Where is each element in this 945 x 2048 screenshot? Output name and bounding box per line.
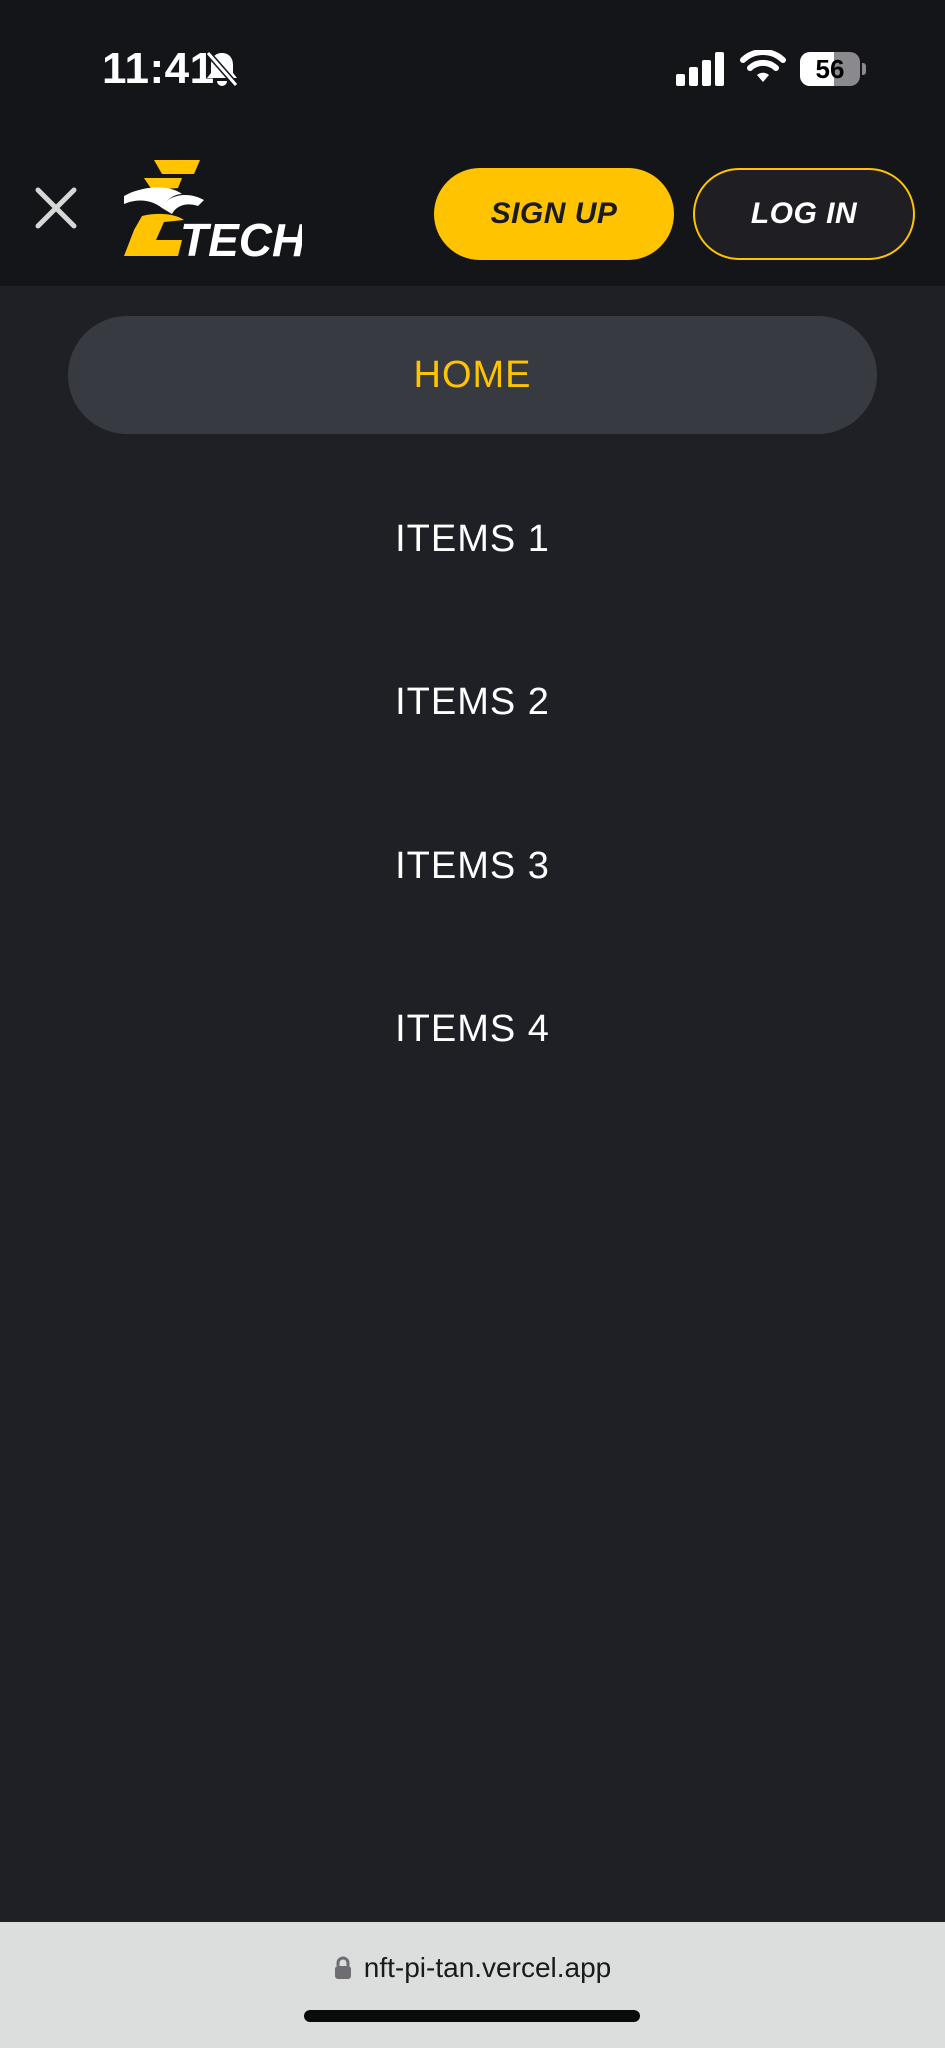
home-indicator[interactable] — [304, 2010, 640, 2022]
eagle-logo[interactable]: TECH — [122, 160, 302, 260]
battery-level: 56 — [815, 54, 845, 84]
logo-text: TECH — [180, 214, 302, 260]
screen: 11:41 56 TECH SIGN UP LOG IN HOME ITEMS … — [0, 0, 945, 2048]
menu-item-items-4[interactable]: ITEMS 4 — [68, 970, 877, 1088]
app-header: TECH SIGN UP LOG IN — [0, 140, 945, 286]
menu-item-home[interactable]: HOME — [68, 316, 877, 434]
url-field[interactable]: nft-pi-tan.vercel.app — [0, 1946, 945, 1990]
menu-item-items-1[interactable]: ITEMS 1 — [68, 480, 877, 598]
url-text: nft-pi-tan.vercel.app — [363, 1952, 612, 1983]
status-time: 11:41 — [102, 44, 215, 93]
bell-off-icon — [205, 51, 239, 87]
signal-icon — [676, 52, 724, 86]
log-in-button[interactable]: LOG IN — [693, 168, 915, 260]
close-icon[interactable] — [32, 184, 80, 232]
wifi-icon — [740, 50, 786, 82]
status-bar: 11:41 56 — [0, 0, 945, 140]
battery-icon: 56 — [800, 52, 866, 86]
menu-item-items-3[interactable]: ITEMS 3 — [68, 807, 877, 925]
lock-icon — [334, 1956, 351, 1979]
browser-address-bar[interactable]: nft-pi-tan.vercel.app — [0, 1922, 945, 2048]
menu-item-items-2[interactable]: ITEMS 2 — [68, 643, 877, 761]
sign-up-button[interactable]: SIGN UP — [434, 168, 674, 260]
